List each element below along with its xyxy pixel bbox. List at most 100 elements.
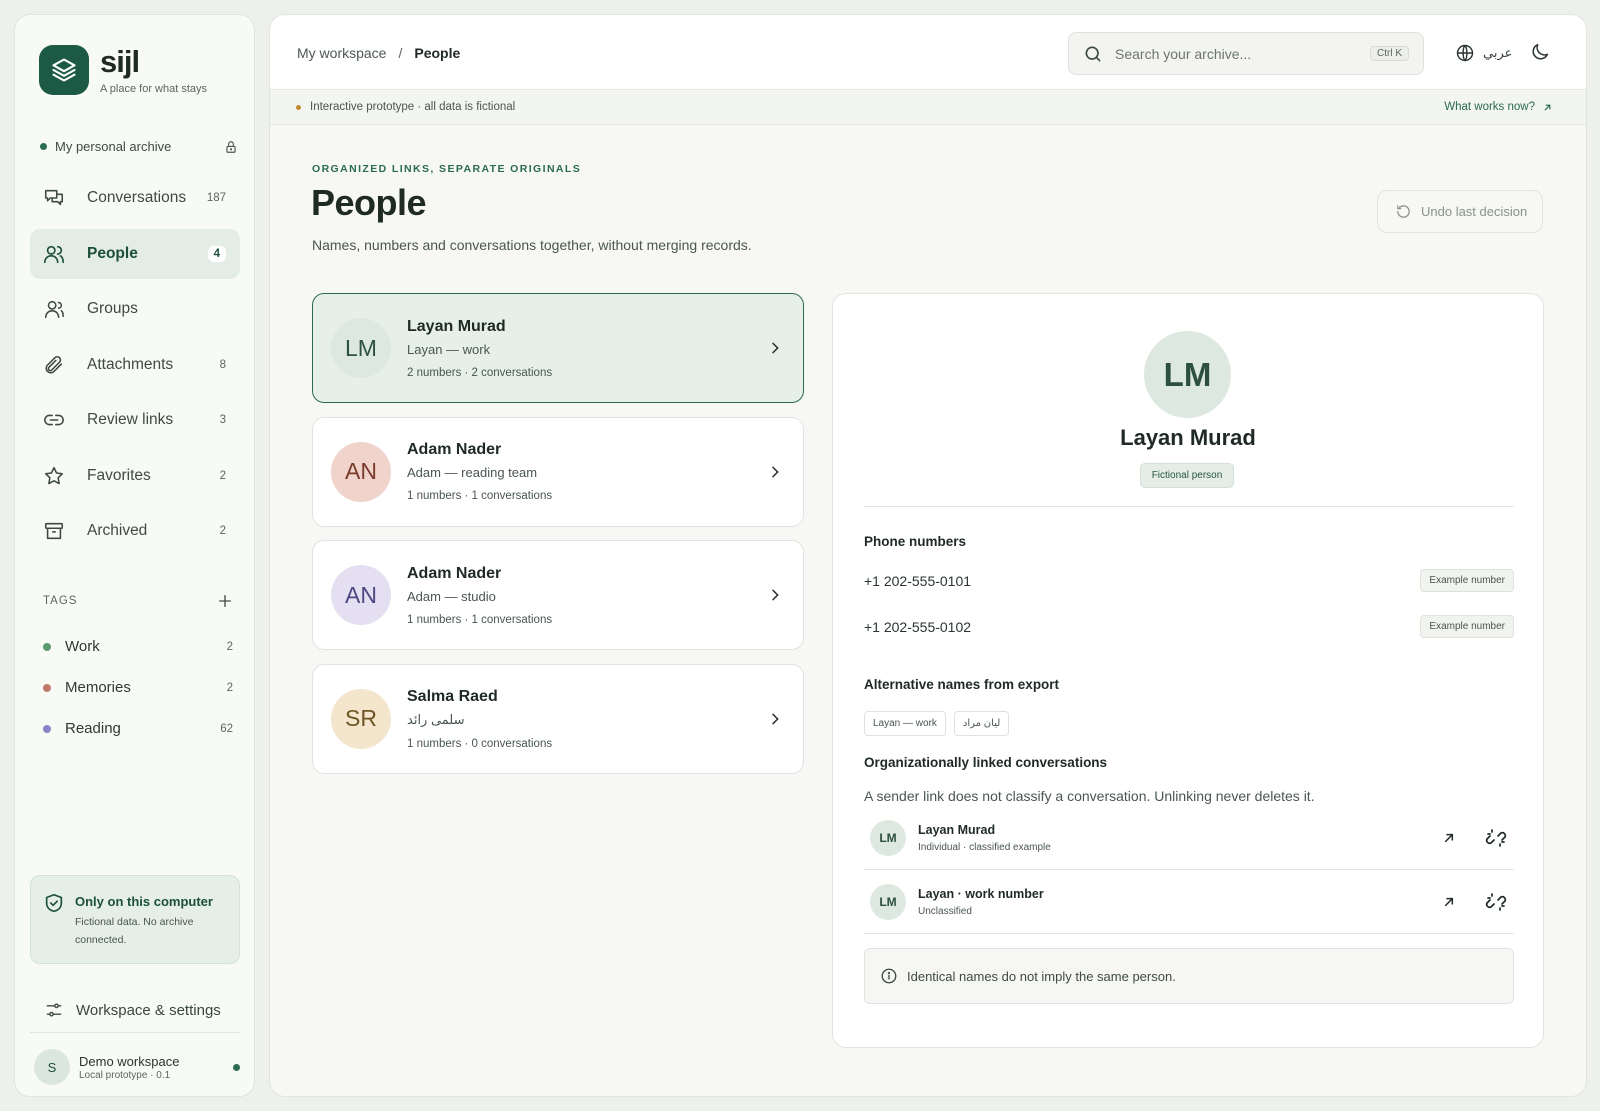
people-list: LM Layan Murad Layan — work 2 numbers · …	[312, 293, 804, 787]
tag-color-dot	[43, 683, 51, 692]
layers-logo-icon	[39, 45, 89, 95]
link-icon	[42, 408, 66, 432]
sidebar-nav: Conversations 187 People 4 Groups Attach…	[30, 173, 240, 562]
language-toggle[interactable]: عربي	[1455, 43, 1512, 63]
brand[interactable]: sijl A place for what stays	[39, 44, 207, 95]
what-works-link[interactable]: What works now?	[1444, 101, 1553, 113]
sidebar-item-people[interactable]: People 4	[30, 228, 240, 279]
workspace-version: Local prototype · 0.1	[79, 1069, 171, 1081]
add-tag-plus-icon[interactable]	[217, 593, 233, 609]
tag-count: 2	[226, 681, 233, 694]
avatar: LM	[1144, 331, 1231, 418]
group-icon	[42, 297, 66, 321]
open-arrow-icon[interactable]	[1441, 830, 1457, 846]
phone-numbers-heading: Phone numbers	[864, 534, 967, 549]
sidebar-item-archived[interactable]: Archived 2	[30, 506, 240, 556]
banner-text: Interactive prototype · all data is fict…	[310, 101, 516, 113]
undo-label: Undo last decision	[1421, 204, 1528, 219]
tag-color-dot	[43, 642, 51, 651]
person-meta: 1 numbers · 0 conversations	[407, 737, 553, 750]
moon-icon[interactable]	[1529, 41, 1551, 63]
chevron-right-icon	[767, 711, 783, 727]
brand-tagline: A place for what stays	[100, 83, 207, 95]
chevron-right-icon	[767, 340, 783, 356]
avatar: SR	[331, 688, 391, 749]
brand-name: sijl	[100, 44, 140, 79]
sidebar-item-count: 187	[206, 192, 226, 204]
tag-color-dot	[43, 724, 51, 733]
sidebar-item-label: Attachments	[87, 355, 174, 373]
linked-conversations-heading: Organizationally linked conversations	[864, 755, 1108, 770]
person-name: Adam Nader	[407, 441, 502, 458]
person-meta: 1 numbers · 1 conversations	[407, 490, 553, 502]
person-card[interactable]: LM Layan Murad Layan — work 2 numbers · …	[312, 293, 804, 403]
tag-count: 62	[220, 722, 233, 735]
workspace-settings-button[interactable]: Workspace & settings	[44, 1000, 244, 1020]
topbar: My workspace / People Search your archiv…	[270, 15, 1586, 90]
detail-name: Layan Murad	[1120, 425, 1256, 450]
sidebar-item-count: 3	[219, 414, 226, 426]
sidebar-item-attachments[interactable]: Attachments 8	[30, 340, 240, 390]
alt-names-list: Layan — work ليان مراد	[864, 711, 1017, 736]
phone-number: +1 202-555-0102	[864, 618, 972, 635]
sidebar-item-conversations[interactable]: Conversations 187	[30, 173, 240, 223]
archive-label: My personal archive	[55, 139, 172, 154]
person-meta: 2 numbers · 2 conversations	[407, 366, 553, 379]
person-alias: سلمى رائد	[407, 711, 465, 727]
sidebar-item-count: 8	[219, 358, 226, 371]
sidebar-item-label: Favorites	[87, 466, 151, 484]
tag-item-reading[interactable]: Reading 62	[43, 708, 233, 749]
person-detail-panel: LM Layan Murad Fictional person Phone nu…	[832, 293, 1544, 1048]
what-works-label: What works now?	[1444, 101, 1535, 113]
sidebar-item-label: People	[87, 244, 138, 262]
settings-label: Workspace & settings	[76, 1001, 221, 1019]
person-alias: Adam — reading team	[407, 465, 538, 480]
workspace-user[interactable]: S Demo workspace Local prototype · 0.1	[34, 1049, 240, 1085]
alt-name-chip: Layan — work	[864, 711, 946, 736]
unlink-icon[interactable]	[1484, 890, 1508, 914]
person-card[interactable]: AN Adam Nader Adam — studio 1 numbers · …	[312, 540, 804, 650]
prototype-banner: Interactive prototype · all data is fict…	[270, 91, 1586, 125]
search-input[interactable]: Search your archive... Ctrl K	[1068, 32, 1424, 75]
sidebar-item-favorites[interactable]: Favorites 2	[30, 451, 240, 501]
alt-name-chip: ليان مراد	[953, 711, 1010, 736]
breadcrumb-root[interactable]: My workspace	[297, 45, 386, 61]
alt-names-heading: Alternative names from export	[864, 677, 1060, 692]
chevron-right-icon	[767, 587, 783, 603]
sidebar-item-label: Review links	[87, 411, 174, 428]
tag-item-memories[interactable]: Memories 2	[43, 667, 233, 708]
avatar: AN	[331, 441, 391, 502]
sliders-icon	[44, 1000, 64, 1020]
banner-dot	[296, 104, 301, 110]
archive-selector[interactable]: My personal archive	[40, 139, 238, 154]
people-icon	[42, 242, 66, 266]
sidebar-item-groups[interactable]: Groups	[30, 284, 240, 334]
breadcrumb: My workspace / People	[297, 45, 460, 61]
unlink-icon[interactable]	[1484, 826, 1508, 850]
archive-status-dot	[40, 143, 47, 150]
phone-number: +1 202-555-0101	[864, 572, 972, 589]
avatar: LM	[870, 884, 906, 920]
page-subtitle: Names, numbers and conversations togethe…	[312, 237, 752, 253]
sidebar-divider	[30, 1032, 240, 1033]
archive-icon	[42, 519, 66, 543]
status-badge: Fictional person	[1140, 463, 1234, 488]
undo-icon	[1397, 205, 1410, 218]
undo-button[interactable]: Undo last decision	[1377, 190, 1543, 233]
person-card[interactable]: AN Adam Nader Adam — reading team 1 numb…	[312, 416, 804, 527]
person-card[interactable]: SR Salma Raed سلمى رائد 1 numbers · 0 co…	[312, 663, 804, 774]
identity-note: Identical names do not imply the same pe…	[864, 948, 1514, 1004]
avatar: S	[34, 1049, 70, 1085]
breadcrumb-separator: /	[398, 45, 403, 61]
tag-item-work[interactable]: Work 2	[43, 626, 233, 667]
main-panel: My workspace / People Search your archiv…	[269, 14, 1587, 1097]
chat-icon	[42, 186, 66, 210]
tag-label: Work	[65, 638, 100, 655]
avatar: LM	[870, 820, 906, 856]
workspace-name: Demo workspace	[79, 1053, 180, 1069]
sidebar-item-review-links[interactable]: Review links 3	[30, 395, 240, 445]
online-status-dot	[233, 1063, 240, 1071]
open-arrow-icon[interactable]	[1441, 894, 1457, 910]
detail-divider	[864, 506, 1514, 507]
person-meta: 1 numbers · 1 conversations	[407, 613, 553, 626]
